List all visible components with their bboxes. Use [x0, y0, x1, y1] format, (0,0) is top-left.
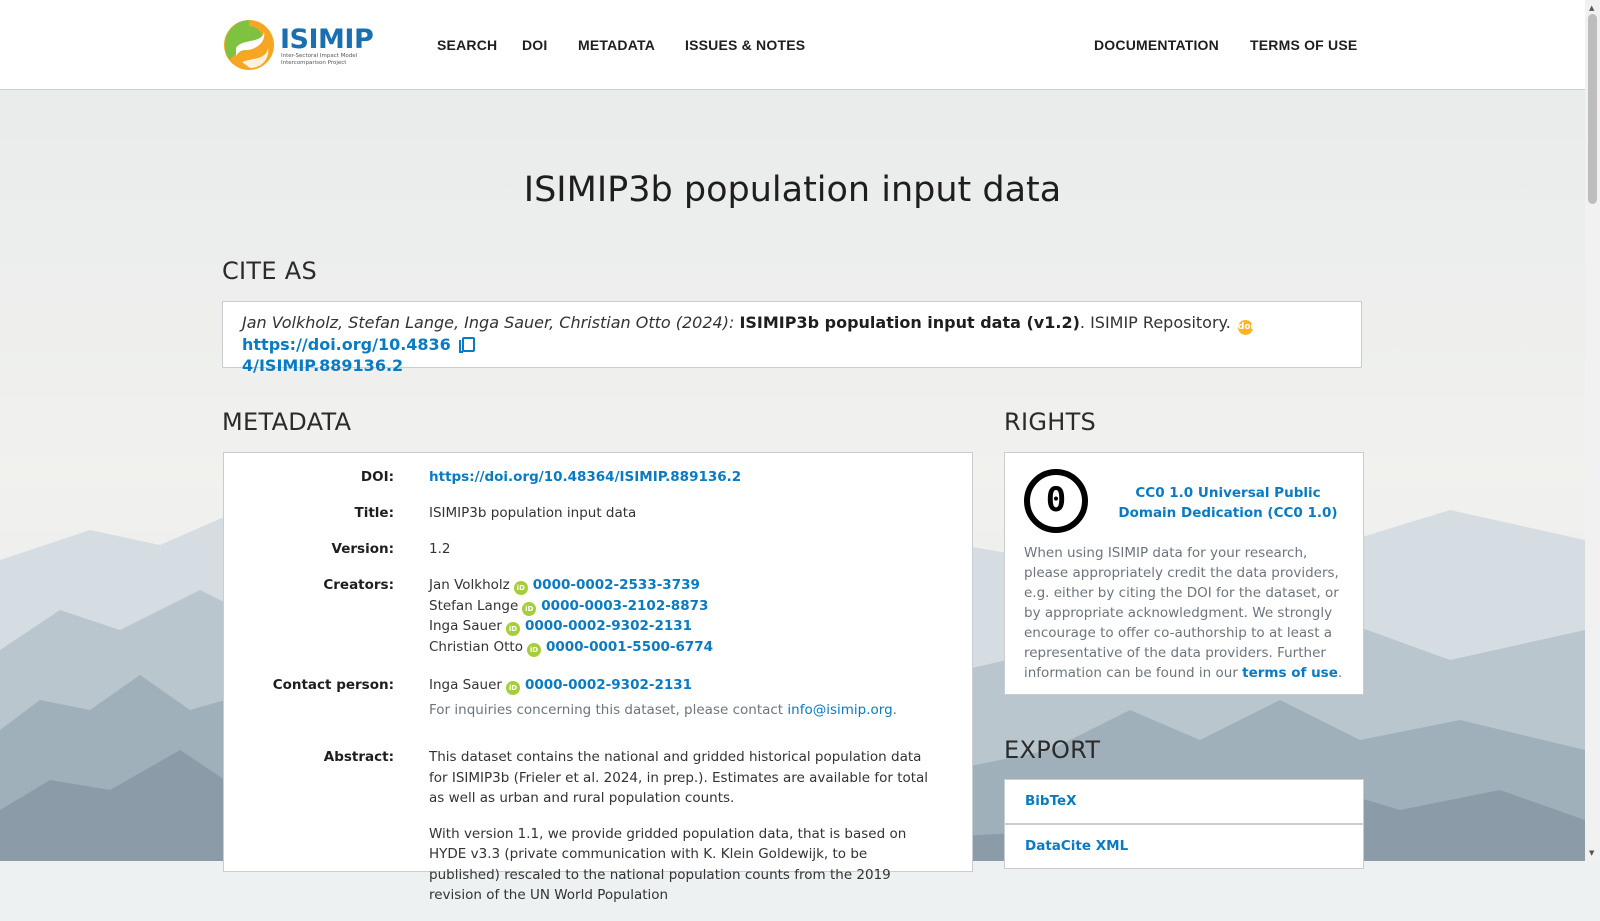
orcid-icon: iD [505, 681, 520, 695]
orcid-icon: iD [513, 581, 528, 595]
abstract-label: Abstract: [323, 749, 394, 765]
creators-label: Creators: [323, 577, 394, 593]
creator-item: Inga Sauer iD 0000-0002-9302-2131 [429, 618, 693, 636]
title-label: Title: [354, 505, 394, 521]
scroll-down-icon[interactable]: ▼ [1589, 849, 1594, 857]
metadata-heading: METADATA [222, 408, 352, 436]
cite-authors: Jan Volkholz, Stefan Lange, Inga Sauer, … [242, 313, 735, 332]
logo-wordmark: ISIMIP [280, 24, 374, 55]
rights-text: When using ISIMIP data for your research… [1024, 545, 1343, 681]
doi-label: DOI: [360, 469, 394, 485]
version-label: Version: [331, 541, 394, 557]
citation-box: Jan Volkholz, Stefan Lange, Inga Sauer, … [222, 301, 1362, 375]
logo-tagline: Inter-Sectoral Impact Model Intercomparis… [281, 53, 358, 66]
page-scrollbar[interactable]: ▲ ▼ [1585, 0, 1600, 861]
nav-issues-notes[interactable]: ISSUES & NOTES [685, 37, 805, 53]
main-content: ISIMIP3b population input data CITE AS J… [0, 0, 1585, 903]
title-value: ISIMIP3b population input data [429, 505, 637, 521]
datacite-xml-link[interactable]: DataCite XML [1025, 838, 1128, 854]
top-navbar: ISIMIP Inter-Sectoral Impact Model Interc… [0, 0, 1585, 90]
orcid-link[interactable]: 0000-0002-2533-3739 [533, 577, 700, 593]
version-value: 1.2 [429, 541, 451, 557]
rights-heading: RIGHTS [1004, 408, 1097, 436]
export-datacite-xml[interactable]: DataCite XML [1004, 824, 1364, 869]
cite-title: ISIMIP3b population input data (v1.2) [739, 313, 1080, 332]
orcid-icon: iD [505, 622, 520, 636]
export-heading: EXPORT [1004, 736, 1101, 764]
doi-icon: doi [1237, 320, 1254, 335]
orcid-link[interactable]: 0000-0002-9302-2131 [525, 677, 692, 693]
abstract-paragraph: This dataset contains the national and g… [429, 749, 929, 806]
nav-search[interactable]: SEARCH [437, 37, 497, 53]
creator-item: Stefan Lange iD 0000-0003-2102-8873 [429, 597, 709, 616]
doi-link[interactable]: https://doi.org/10.48364/ISIMIP.889136.2 [429, 469, 741, 485]
creator-item: Christian Otto iD 0000-0001-5500-6774 [429, 638, 714, 657]
cite-doi-link[interactable]: https://doi.org/10.4836 4/ISIMIP.889136.2 [242, 335, 475, 375]
contact-value: Inga Sauer iD 0000-0002-9302-2131 For inqu… [429, 675, 934, 720]
contact-label: Contact person: [272, 677, 394, 693]
copy-icon[interactable] [458, 337, 475, 353]
nav-terms-of-use[interactable]: TERMS OF USE [1250, 37, 1357, 53]
logo-mark-icon [224, 20, 274, 70]
contact-email-link[interactable]: info@isimip.org [787, 702, 892, 718]
cite-heading: CITE AS [222, 257, 318, 285]
contact-note: For inquiries concerning this dataset, p… [429, 701, 897, 718]
cc0-icon[interactable]: 0 [1024, 469, 1088, 533]
page-title: ISIMIP3b population input data [523, 170, 1062, 210]
scroll-up-icon[interactable]: ▲ [1589, 4, 1594, 12]
orcid-icon: iD [522, 601, 537, 616]
scrollbar-thumb[interactable] [1588, 14, 1597, 204]
license-link[interactable]: CC0 1.0 Universal Public Domain Dedicati… [1113, 483, 1343, 523]
abstract-text: This dataset contains the national and g… [429, 747, 934, 921]
abstract-paragraph: With version 1.1, we provide gridded pop… [429, 825, 907, 904]
terms-of-use-link[interactable]: terms of use [1242, 665, 1338, 681]
isimip-logo[interactable]: ISIMIP Inter-Sectoral Impact Model Interc… [222, 18, 374, 74]
orcid-link[interactable]: 0000-0003-2102-8873 [541, 598, 708, 614]
nav-metadata[interactable]: METADATA [578, 37, 655, 53]
bibtex-link[interactable]: BibTeX [1025, 793, 1077, 809]
orcid-link[interactable]: 0000-0001-5500-6774 [546, 639, 713, 655]
nav-documentation[interactable]: DOCUMENTATION [1094, 37, 1219, 53]
cite-publisher: . ISIMIP Repository. [1079, 313, 1231, 332]
orcid-icon: iD [526, 642, 541, 657]
creators-list: Jan Volkholz iD 0000-0002-2533-3739 Stefan… [429, 575, 934, 657]
orcid-link[interactable]: 0000-0002-9302-2131 [525, 618, 692, 634]
export-bibtex[interactable]: BibTeX [1004, 779, 1364, 824]
nav-doi[interactable]: DOI [522, 37, 548, 53]
rights-box: 0 CC0 1.0 Universal Public Domain Dedica… [1004, 452, 1364, 695]
metadata-box: DOI: https://doi.org/10.48364/ISIMIP.889… [223, 452, 973, 903]
creator-item: Jan Volkholz iD 0000-0002-2533-3739 [429, 577, 700, 595]
